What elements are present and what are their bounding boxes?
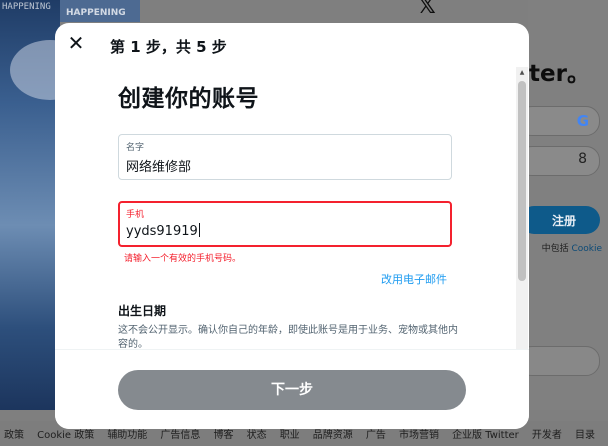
name-field[interactable]: 名字 网络维修部 [118, 134, 452, 180]
next-button[interactable]: 下一步 [118, 370, 466, 410]
terms-notice-text: 中包括 [541, 244, 572, 254]
modal-body: 创建你的账号 名字 网络维修部 手机 yyds91919 请输入一个有效的手机号… [55, 67, 529, 367]
terms-notice: 中包括 Cookie [542, 241, 602, 254]
apple-icon: 8 [578, 151, 587, 167]
text-caret [198, 223, 200, 237]
register-button-label: 注册 [551, 214, 576, 228]
phone-field[interactable]: 手机 yyds91919 [118, 201, 452, 247]
footer-link[interactable]: 目录 [575, 421, 595, 441]
background-banner: HAPPENING [60, 0, 140, 22]
dob-description: 这不会公开显示。确认你自己的年龄，即使此账号是用于业务、宠物或其他内容的。 [118, 325, 458, 350]
background-banner-text: HAPPENING [66, 8, 126, 18]
scroll-up-icon[interactable]: ▲ [516, 67, 528, 79]
page-title: 创建你的账号 [118, 86, 259, 112]
phone-field-label: 手机 [126, 210, 145, 220]
logo-icon: 𝕏 [418, 0, 436, 19]
background-image: HAPPENING [0, 0, 60, 410]
use-email-link[interactable]: 改用电子邮件 [381, 271, 447, 287]
phone-field-text: yyds91919 [126, 224, 198, 239]
background-image-text: HAPPENING [2, 2, 51, 12]
register-button[interactable]: 注册 [520, 206, 600, 234]
modal-footer: 下一步 [55, 349, 529, 429]
close-icon[interactable]: ✕ [66, 32, 86, 54]
phone-error-message: 请输入一个有效的手机号码。 [124, 254, 242, 264]
modal-scrollbar[interactable]: ▲ ▼ [516, 67, 528, 373]
step-indicator: 第 1 步，共 5 步 [110, 38, 227, 56]
apple-signup-button[interactable]: 8 [518, 146, 600, 176]
cookie-link[interactable]: Cookie [571, 244, 602, 254]
name-field-label: 名字 [126, 143, 145, 153]
google-signup-button[interactable]: G [518, 106, 600, 136]
scroll-thumb[interactable] [518, 81, 526, 281]
modal-header: ✕ 第 1 步，共 5 步 [55, 23, 529, 67]
name-field-value[interactable]: 网络维修部 [126, 156, 191, 175]
footer-link[interactable]: 开发者 [532, 421, 562, 441]
signup-modal: ✕ 第 1 步，共 5 步 创建你的账号 名字 网络维修部 手机 yyds919… [55, 23, 529, 429]
login-button[interactable] [518, 346, 600, 376]
footer-link[interactable]: 政策 [4, 421, 24, 441]
google-icon: G [576, 112, 589, 130]
phone-field-value[interactable]: yyds91919 [126, 223, 200, 239]
dob-heading: 出生日期 [118, 304, 167, 318]
